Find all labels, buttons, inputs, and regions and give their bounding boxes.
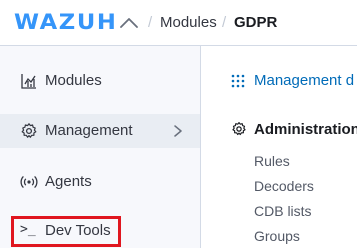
sidebar-item-modules[interactable]: Modules	[0, 64, 200, 98]
menu-item-decoders[interactable]: Decoders	[254, 178, 314, 195]
top-header: WAZUH / Modules / GDPR	[0, 0, 357, 46]
wazuh-page: WAZUH / Modules / GDPR Modules Managemen…	[0, 0, 357, 248]
menu-item-cdb-lists[interactable]: CDB lists	[254, 203, 312, 220]
radio-waves-icon	[20, 175, 38, 189]
grid-dots-icon	[231, 74, 245, 88]
sidebar-item-label: Dev Tools	[45, 222, 111, 239]
breadcrumb-modules[interactable]: Modules	[160, 14, 217, 32]
chevron-right-icon	[174, 125, 182, 137]
breadcrumb-gdpr: GDPR	[234, 14, 278, 31]
sidebar-item-label: Modules	[45, 72, 102, 89]
gear-icon	[21, 123, 37, 138]
sidebar-item-agents[interactable]: Agents	[0, 165, 200, 199]
gear-icon	[232, 122, 246, 136]
menu-item-rules[interactable]: Rules	[254, 153, 290, 170]
section-title-administration: Administration	[254, 121, 357, 138]
sidebar-item-label: Agents	[45, 173, 92, 190]
menu-item-groups[interactable]: Groups	[254, 228, 300, 245]
management-directory-link[interactable]: Management d	[254, 72, 354, 90]
sidebar-item-management[interactable]: Management	[0, 114, 200, 148]
sidebar-item-label: Management	[45, 122, 133, 139]
terminal-icon: >_	[20, 222, 36, 237]
breadcrumb-separator: /	[148, 14, 153, 31]
chevron-up-icon[interactable]	[118, 12, 140, 34]
breadcrumb-separator: /	[222, 14, 227, 31]
chart-bars-icon	[21, 74, 36, 89]
wazuh-logo[interactable]: WAZUH	[14, 9, 117, 35]
